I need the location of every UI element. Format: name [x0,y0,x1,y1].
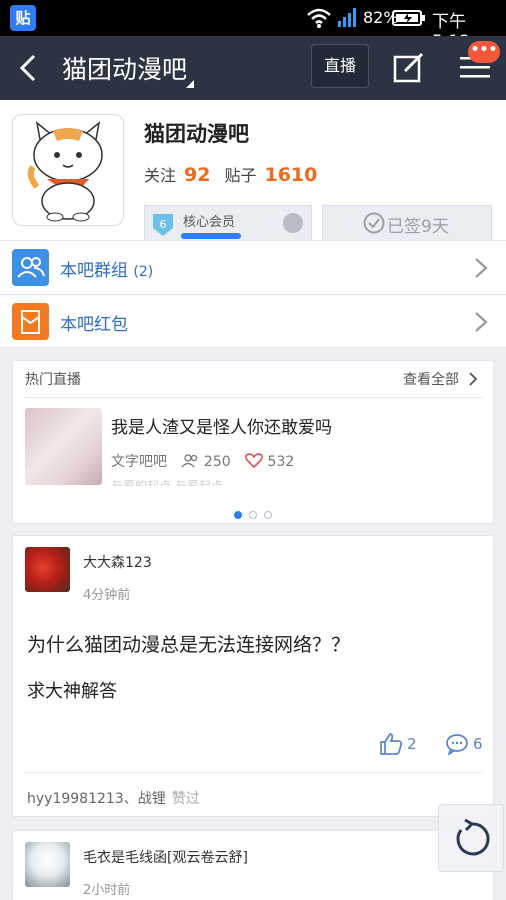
post-card[interactable]: 毛衣是毛线函[观云卷云舒] 2小时前 [12,830,494,900]
posts-label: 贴子 [224,166,257,185]
forum-red-envelope-row[interactable]: 本吧红包 [0,294,506,348]
carousel-dots [234,504,279,523]
forum-stats: 关注 92 贴子 1610 [144,162,331,186]
tieba-app-icon: 贴 [10,5,36,31]
refresh-button[interactable] [438,804,504,872]
wifi-icon [307,8,331,28]
thumbs-up-icon[interactable] [379,732,403,756]
forum-name: 猫团动漫吧 [144,122,249,146]
comment-icon[interactable] [445,733,469,755]
signed-label: 已签9天 [387,217,449,237]
post-time: 2小时前 [83,883,131,898]
likers-suffix: 赞过 [171,791,200,807]
row-label: 本吧群组 (2) [60,256,153,281]
post-username[interactable]: 毛衣是毛线函[观云卷云舒] [83,847,248,867]
live-title[interactable]: 我是人渣又是怪人你还敢爱吗 [111,413,332,438]
post-time: 4分钟前 [83,588,131,603]
viewers-icon [181,454,198,468]
divider [25,772,483,773]
post-username[interactable]: 大大森123 [83,552,152,572]
carousel-dot-3[interactable] [264,511,272,519]
status-bar: 贴 82% 下午 5:12 [0,0,506,52]
cat-mascot-icon [27,121,103,222]
live-meta: 文字吧吧 250 532 [111,451,304,471]
nav-bar: 猫团动漫吧 直播 ••• [0,36,506,100]
hot-live-header: 热门直播 [25,372,81,388]
check-circle-icon [363,212,385,234]
forum-groups-row[interactable]: 本吧群组 (2) [0,240,506,294]
level-gem-icon: 6 [153,214,173,236]
divider [25,397,483,398]
level-progress-bar [181,233,241,239]
likers-line: hyy19981213、战锂 赞过 [27,788,200,808]
live-button[interactable]: 直播 [311,44,369,88]
forum-header: 猫团动漫吧 关注 92 贴子 1610 6 核心会员 已签9天 [0,100,506,240]
nav-title[interactable]: 猫团动漫吧 [62,50,187,86]
hot-live-card: 热门直播 查看全部 我是人渣又是怪人你还敢爱吗 文字吧吧 250 532 与爱的… [12,360,494,524]
heart-icon [245,453,263,469]
dropdown-triangle-icon[interactable] [186,80,194,88]
group-icon [12,249,49,286]
notification-badge: ••• [468,41,500,63]
signed-in-button[interactable]: 已签9天 [322,205,492,240]
red-envelope-icon [12,303,49,340]
forum-groups-count: (2) [133,264,154,280]
member-level: 6 [160,218,167,231]
live-viewers: 250 [203,454,231,470]
posts-count: 1610 [264,164,318,186]
live-category: 文字吧吧 [111,454,167,470]
follow-label: 关注 [144,166,177,185]
post-title[interactable]: 为什么猫团动漫总是无法连接网络？？ [27,630,350,657]
back-arrow-icon[interactable] [18,54,38,82]
live-faded-text: 与爱的起点 与爱起点 [111,480,223,486]
likers-names[interactable]: hyy19981213、战锂 [27,791,166,807]
comment-count: 6 [473,735,483,753]
like-count: 2 [407,735,417,753]
live-thumbnail[interactable] [25,408,102,485]
post-card[interactable]: 大大森123 4分钟前 为什么猫团动漫总是无法连接网络？？ 求大神解答 2 6 … [12,535,494,817]
follow-count: 92 [184,164,211,186]
chevron-right-icon [475,258,488,278]
chevron-right-icon [475,312,488,332]
post-body: 求大神解答 [27,681,117,702]
forum-avatar[interactable] [12,114,124,226]
member-level-button[interactable]: 6 核心会员 [144,205,312,240]
carousel-dot-1[interactable] [234,511,242,519]
member-label: 核心会员 [183,215,236,230]
forum-groups-label: 本吧群组 [60,261,128,281]
compose-icon[interactable] [392,51,426,83]
carousel-dot-2[interactable] [249,511,257,519]
live-likes: 532 [267,454,295,470]
user-avatar[interactable] [25,547,70,592]
battery-icon [392,10,425,26]
chevron-right-icon[interactable] [468,371,478,387]
lock-icon [283,213,303,233]
user-avatar[interactable] [25,842,70,887]
see-all-link[interactable]: 查看全部 [403,369,459,389]
forum-red-envelope-label: 本吧红包 [60,315,128,335]
refresh-icon [456,818,490,856]
signal-icon [338,8,356,27]
